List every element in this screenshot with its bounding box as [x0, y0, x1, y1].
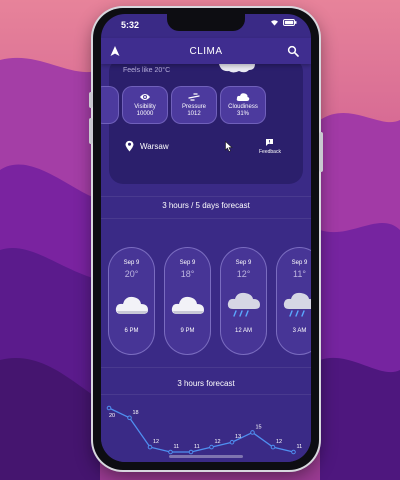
- forecast-temp: 20°: [124, 269, 139, 279]
- chart-value-label: 12: [153, 439, 159, 445]
- chart-point: [127, 415, 132, 421]
- rain-cloud-icon: [227, 292, 260, 317]
- chart-point: [209, 444, 214, 450]
- main-content[interactable]: Feels like 20°C Visibility 10000 Pressur…: [101, 58, 311, 462]
- status-icons: [270, 19, 297, 26]
- forecast-card[interactable]: Sep 9 11° 3 AM: [276, 247, 311, 355]
- hours-forecast-title: 3 hours forecast: [177, 379, 235, 388]
- chart-value-label: 12: [215, 439, 221, 445]
- divider: [101, 367, 311, 368]
- forecast-card[interactable]: Sep 9 12° 12 AM: [220, 247, 267, 355]
- forecast-row: Sep 9 20° 6 PM Sep 9 18° 9 PM Sep 9 12° …: [108, 247, 311, 355]
- forecast-temp: 11°: [293, 269, 306, 279]
- forecast-date: Sep 9: [291, 260, 308, 266]
- forecast-time: 6 PM: [124, 328, 139, 334]
- forecast-temp: 12°: [236, 269, 251, 279]
- battery-icon: [283, 19, 297, 26]
- cloud-icon: [115, 296, 148, 314]
- forecast-time: 9 PM: [180, 328, 195, 334]
- forecast-time: 3 AM: [292, 328, 307, 334]
- wifi-icon: [271, 20, 278, 26]
- forecast-date: Sep 9: [235, 260, 252, 266]
- chart-value-label: 13: [235, 434, 241, 440]
- rain-cloud-icon: [283, 292, 311, 317]
- volume-button: [89, 92, 93, 108]
- status-time: 5:32: [121, 20, 140, 30]
- chart-point: [188, 449, 194, 455]
- chart-point: [291, 449, 296, 455]
- chart-value-label: 11: [194, 444, 200, 450]
- chart-point: [270, 444, 276, 450]
- power-button: [319, 132, 323, 172]
- navigation-icon[interactable]: [109, 45, 121, 57]
- search-icon[interactable]: [287, 45, 299, 57]
- notch: [167, 14, 245, 31]
- chart-value-label: 15: [256, 424, 262, 430]
- cloud-icon: [171, 296, 204, 314]
- hourly-temperature-chart: 20 18 12 11 11 12 13 15 12 11: [106, 405, 303, 455]
- chart-point: [168, 449, 173, 455]
- chart-point: [229, 439, 235, 445]
- forecast-card[interactable]: Sep 9 20° 6 PM: [108, 247, 155, 355]
- chart-value-label: 20: [109, 413, 115, 419]
- chart-point: [147, 444, 153, 450]
- chart-value-label: 11: [297, 444, 303, 450]
- volume-button: [89, 118, 93, 144]
- forecast-date: Sep 9: [179, 260, 196, 266]
- app-title: CLIMA: [189, 45, 223, 57]
- forecast-temp: 18°: [180, 269, 195, 279]
- chart-value-label: 18: [133, 410, 139, 416]
- chart-value-label: 12: [276, 439, 282, 445]
- chart-value-label: 11: [174, 444, 180, 450]
- chart-point: [106, 405, 112, 411]
- home-indicator: [169, 455, 243, 458]
- forecast-card[interactable]: Sep 9 18° 9 PM: [164, 247, 211, 355]
- phone-screen: 5:32 CLIMA Feels like 20°C Visibility 10…: [101, 14, 311, 462]
- forecast-date: Sep 9: [123, 260, 140, 266]
- app-bar: CLIMA: [101, 38, 311, 64]
- chart-point: [250, 430, 255, 435]
- forecast-time: 12 AM: [234, 328, 252, 334]
